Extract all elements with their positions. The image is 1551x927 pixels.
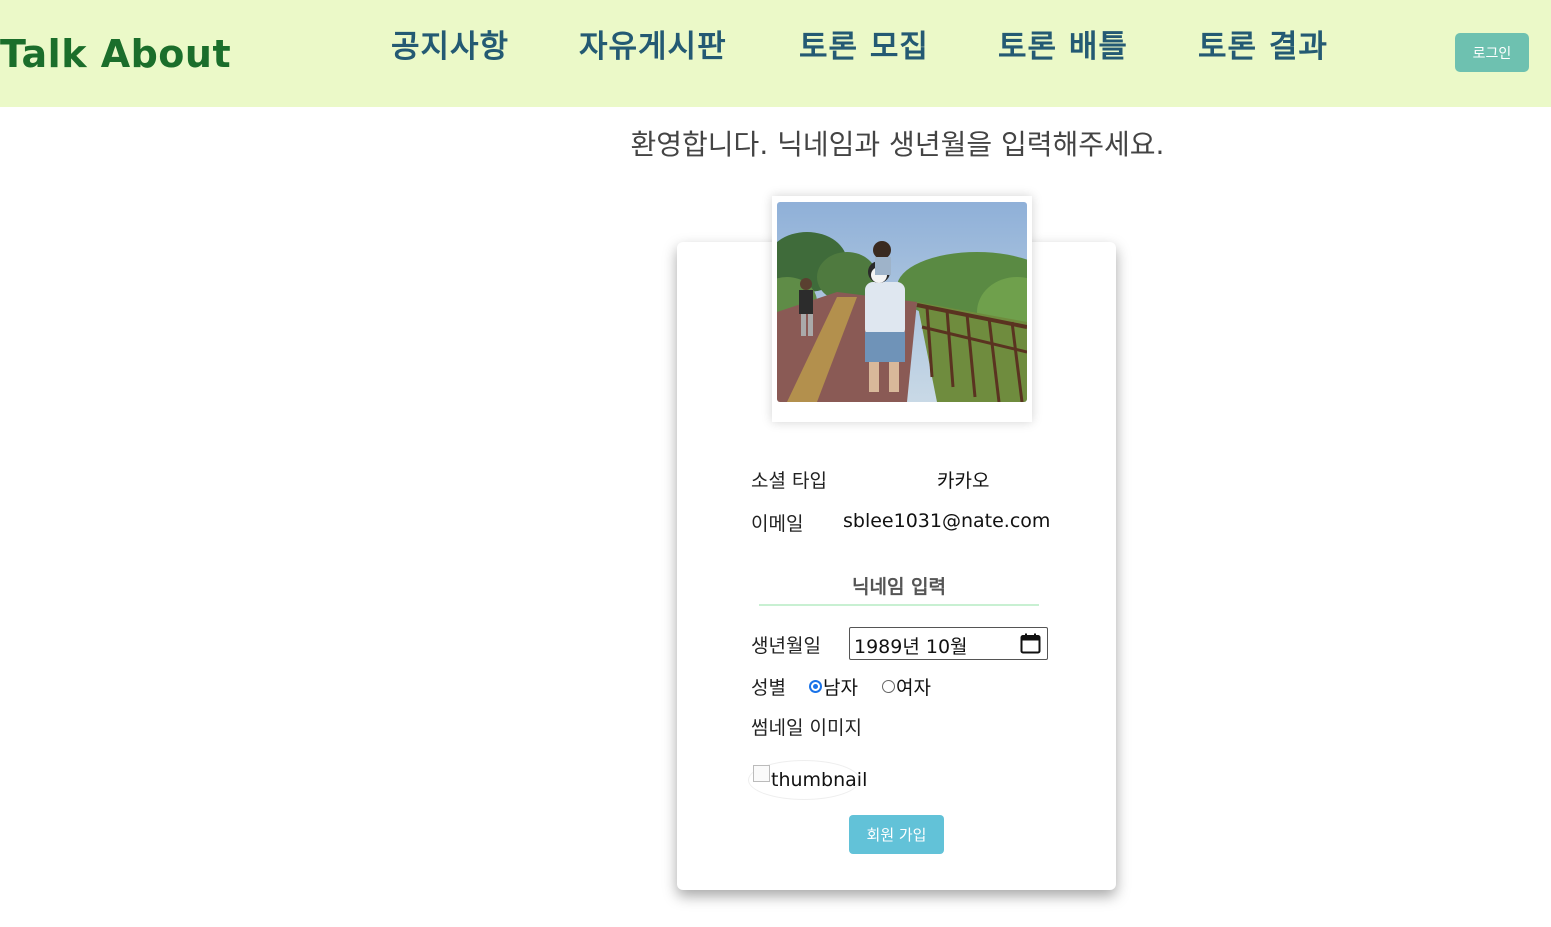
nickname-input[interactable] [759, 570, 1039, 606]
gender-female-label[interactable]: 여자 [896, 673, 931, 700]
profile-photo-image [777, 202, 1027, 402]
nav-free-board[interactable]: 자유게시판 [579, 21, 727, 66]
gender-male-radio[interactable] [809, 680, 822, 693]
gender-label: 성별 [751, 677, 786, 699]
calendar-icon[interactable] [1020, 633, 1041, 654]
nav-notice[interactable]: 공지사항 [391, 21, 509, 66]
broken-image-icon [753, 765, 770, 782]
site-header: Talk About 공지사항 자유게시판 토론 모집 토론 배틀 토론 결과 … [0, 0, 1551, 107]
gender-female-radio[interactable] [882, 680, 895, 693]
welcome-message: 환영합니다. 닉네임과 생년월을 입력해주세요. [630, 128, 1165, 161]
nav-debate-result[interactable]: 토론 결과 [1198, 21, 1328, 66]
gender-male-label[interactable]: 남자 [823, 673, 858, 700]
nav-debate-recruit[interactable]: 토론 모집 [799, 21, 929, 66]
birth-month-value: 1989년 10월 [854, 636, 968, 658]
email-value: sblee1031@nate.com [843, 510, 1051, 532]
social-type-label: 소셜 타입 [751, 470, 827, 492]
thumbnail-label: 썸네일 이미지 [751, 717, 862, 739]
nav-debate-battle[interactable]: 토론 배틀 [998, 21, 1128, 66]
email-label: 이메일 [751, 513, 804, 535]
profile-photo-frame [772, 196, 1032, 422]
social-type-value: 카카오 [937, 470, 990, 492]
birth-label: 생년월일 [751, 635, 821, 657]
profile-photo [777, 202, 1027, 402]
birth-month-input[interactable]: 1989년 10월 [849, 627, 1048, 660]
thumbnail-alt-text: thumbnail [771, 769, 868, 791]
brand-logo[interactable]: Talk About [0, 32, 231, 76]
signup-button[interactable]: 회원 가입 [849, 815, 944, 854]
login-button[interactable]: 로그인 [1455, 33, 1529, 72]
